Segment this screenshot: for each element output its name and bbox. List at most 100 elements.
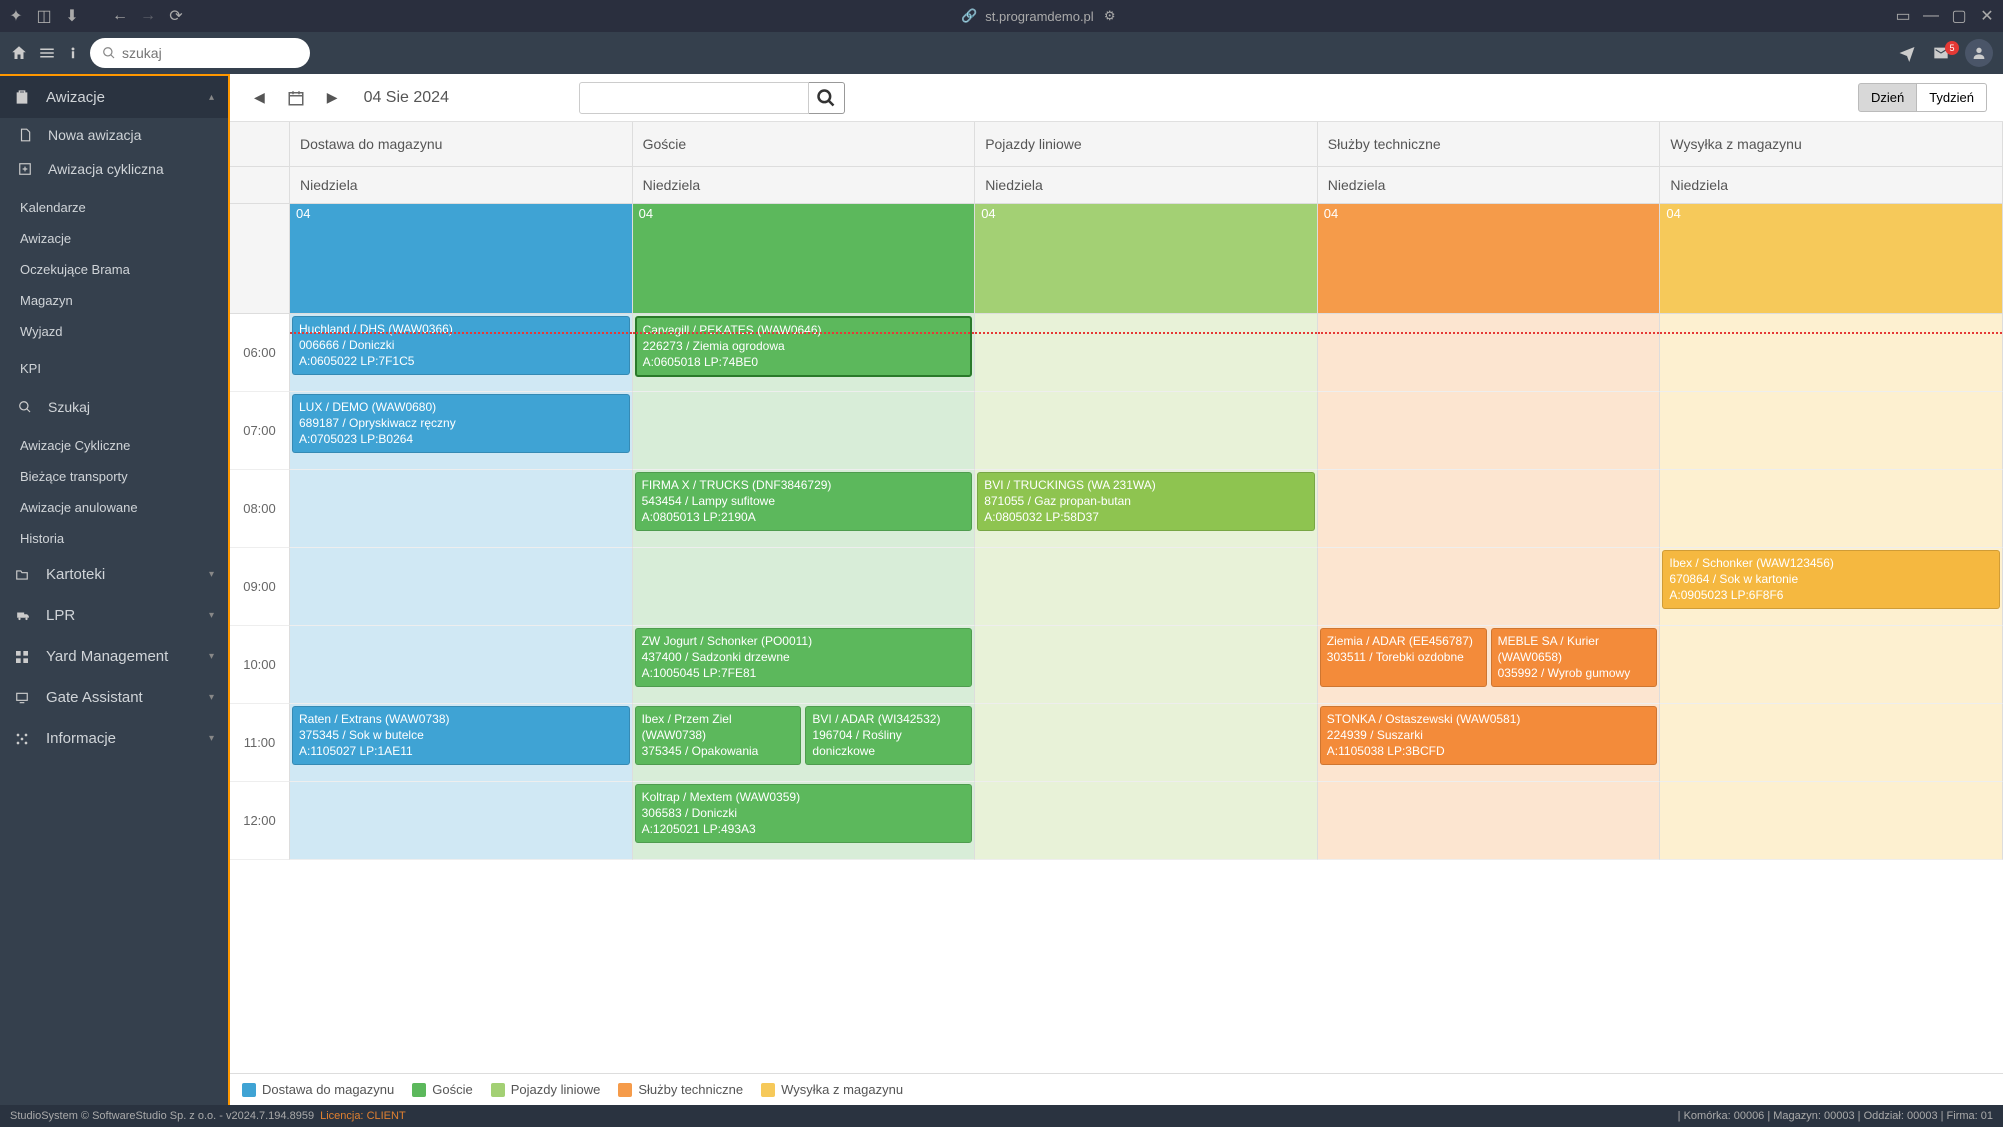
allday-goscie[interactable]: 04 [633,204,976,314]
sidebar-awizacje[interactable]: Awizacje ▴ [0,74,228,118]
slot[interactable] [1318,548,1661,626]
global-search-input[interactable] [122,45,298,61]
reload-icon[interactable]: ⟳ [168,8,184,24]
sidebar-magazyn[interactable]: Magazyn [0,285,228,316]
event[interactable]: BVI / TRUCKINGS (WA 231WA) 871055 / Gaz … [977,472,1315,531]
sidebar-gate[interactable]: Gate Assistant ▾ [0,677,228,718]
slot[interactable] [975,392,1318,470]
event[interactable]: BVI / ADAR (WI342532) 196704 / Rośliny d… [805,706,972,765]
slot[interactable] [975,626,1318,704]
sidebar-wyjazd[interactable]: Wyjazd [0,316,228,347]
slot[interactable] [975,782,1318,860]
slot[interactable] [1660,626,2003,704]
shield-icon[interactable]: ✦ [8,8,24,24]
event[interactable]: Raten / Extrans (WAW0738) 375345 / Sok w… [292,706,630,765]
sidebar-toggle-icon[interactable]: ◫ [36,8,52,24]
sidebar-nowa-awizacja[interactable]: Nowa awizacja [0,118,228,152]
sidebar-oczekujace[interactable]: Oczekujące Brama [0,254,228,285]
calendar-search-input[interactable] [579,82,809,114]
slot[interactable] [290,548,633,626]
tune-icon[interactable]: ⚙ [1102,8,1118,24]
slot[interactable]: STONKA / Ostaszewski (WAW0581) 224939 / … [1318,704,1661,782]
prev-button[interactable]: ◀ [246,85,273,110]
allday-sluzby[interactable]: 04 [1318,204,1661,314]
slot[interactable]: Ziemia / ADAR (EE456787) 303511 / Torebk… [1318,626,1661,704]
back-icon[interactable]: ← [112,8,128,24]
global-search[interactable] [90,38,310,68]
slot[interactable] [633,548,976,626]
event[interactable]: Ibex / Schonker (WAW123456) 670864 / Sok… [1662,550,2000,609]
sidebar-historia[interactable]: Historia [0,523,228,554]
download-icon[interactable]: ⬇ [64,8,80,24]
sidebar-anulowane[interactable]: Awizacje anulowane [0,492,228,523]
sidebar-cykliczne[interactable]: Awizacje Cykliczne [0,430,228,461]
slot[interactable]: Ibex / Schonker (WAW123456) 670864 / Sok… [1660,548,2003,626]
event[interactable]: LUX / DEMO (WAW0680) 689187 / Opryskiwac… [292,394,630,453]
event[interactable]: ZW Jogurt / Schonker (PO0011) 437400 / S… [635,628,973,687]
slot[interactable]: LUX / DEMO (WAW0680) 689187 / Opryskiwac… [290,392,633,470]
slot[interactable] [975,704,1318,782]
event[interactable]: STONKA / Ostaszewski (WAW0581) 224939 / … [1320,706,1658,765]
sidebar-awizacje-list[interactable]: Awizacje [0,223,228,254]
minimize-icon[interactable]: — [1923,8,1939,24]
slot[interactable]: Carvagill / PEKATES (WAW0646) 226273 / Z… [633,314,976,392]
slot[interactable] [290,782,633,860]
sidebar-kalendarze[interactable]: Kalendarze [0,192,228,223]
slot[interactable] [975,548,1318,626]
slot[interactable] [633,392,976,470]
event[interactable]: FIRMA X / TRUCKS (DNF3846729) 543454 / L… [635,472,973,531]
event[interactable]: Huchland / DHS (WAW0366) 006666 / Donicz… [292,316,630,375]
info-icon[interactable] [66,44,80,62]
sidebar-info[interactable]: Informacje ▾ [0,718,228,759]
sidebar-yard[interactable]: Yard Management ▾ [0,636,228,677]
plane-icon[interactable] [1897,44,1917,62]
view-day-button[interactable]: Dzień [1858,83,1917,112]
slot[interactable] [1660,314,2003,392]
slot[interactable]: Raten / Extrans (WAW0738) 375345 / Sok w… [290,704,633,782]
allday-pojazdy[interactable]: 04 [975,204,1318,314]
maximize-icon[interactable]: ▢ [1951,8,1967,24]
slot[interactable] [290,470,633,548]
sidebar-awizacja-cykliczna[interactable]: Awizacja cykliczna [0,152,228,186]
slot[interactable]: FIRMA X / TRUCKS (DNF3846729) 543454 / L… [633,470,976,548]
close-window-icon[interactable]: ✕ [1979,8,1995,24]
slot[interactable] [1660,704,2003,782]
slot[interactable] [1660,392,2003,470]
event[interactable]: Ziemia / ADAR (EE456787) 303511 / Torebk… [1320,628,1487,687]
sidebar-lpr[interactable]: LPR ▾ [0,595,228,636]
view-week-button[interactable]: Tydzień [1917,83,1987,112]
reader-icon[interactable]: ▭ [1895,8,1911,24]
sidebar-szukaj[interactable]: Szukaj [0,390,228,424]
slot[interactable] [1318,392,1661,470]
slot[interactable]: BVI / TRUCKINGS (WA 231WA) 871055 / Gaz … [975,470,1318,548]
slot[interactable] [1318,314,1661,392]
allday-wysylka[interactable]: 04 [1660,204,2003,314]
list-icon[interactable] [38,44,56,62]
slot[interactable] [290,626,633,704]
slot[interactable]: Ibex / Przem Ziel (WAW0738) 375345 / Opa… [633,704,976,782]
slot[interactable] [1660,782,2003,860]
event[interactable]: Carvagill / PEKATES (WAW0646) 226273 / Z… [635,316,973,377]
calendar-grid[interactable]: Dostawa do magazynu Goście Pojazdy linio… [230,122,2003,1073]
url-text[interactable]: st.programdemo.pl [985,9,1093,24]
user-avatar[interactable] [1965,39,1993,67]
slot[interactable]: ZW Jogurt / Schonker (PO0011) 437400 / S… [633,626,976,704]
slot[interactable] [975,314,1318,392]
allday-dostawa[interactable]: 04 [290,204,633,314]
slot[interactable]: Koltrap / Mextem (WAW0359) 306583 / Doni… [633,782,976,860]
slot[interactable] [1318,782,1661,860]
slot[interactable]: Huchland / DHS (WAW0366) 006666 / Donicz… [290,314,633,392]
event[interactable]: Ibex / Przem Ziel (WAW0738) 375345 / Opa… [635,706,802,765]
datepicker-button[interactable] [279,85,313,111]
mail-icon[interactable]: 5 [1931,45,1951,61]
sidebar-kartoteki[interactable]: Kartoteki ▾ [0,554,228,595]
sidebar-kpi[interactable]: KPI [0,353,228,384]
calendar-search-button[interactable] [809,82,845,114]
slot[interactable] [1660,470,2003,548]
sidebar-biezace[interactable]: Bieżące transporty [0,461,228,492]
slot[interactable] [1318,470,1661,548]
event[interactable]: Koltrap / Mextem (WAW0359) 306583 / Doni… [635,784,973,843]
next-button[interactable]: ▶ [319,85,346,110]
home-icon[interactable] [10,44,28,62]
event[interactable]: MEBLE SA / Kurier (WAW0658) 035992 / Wyr… [1491,628,1658,687]
